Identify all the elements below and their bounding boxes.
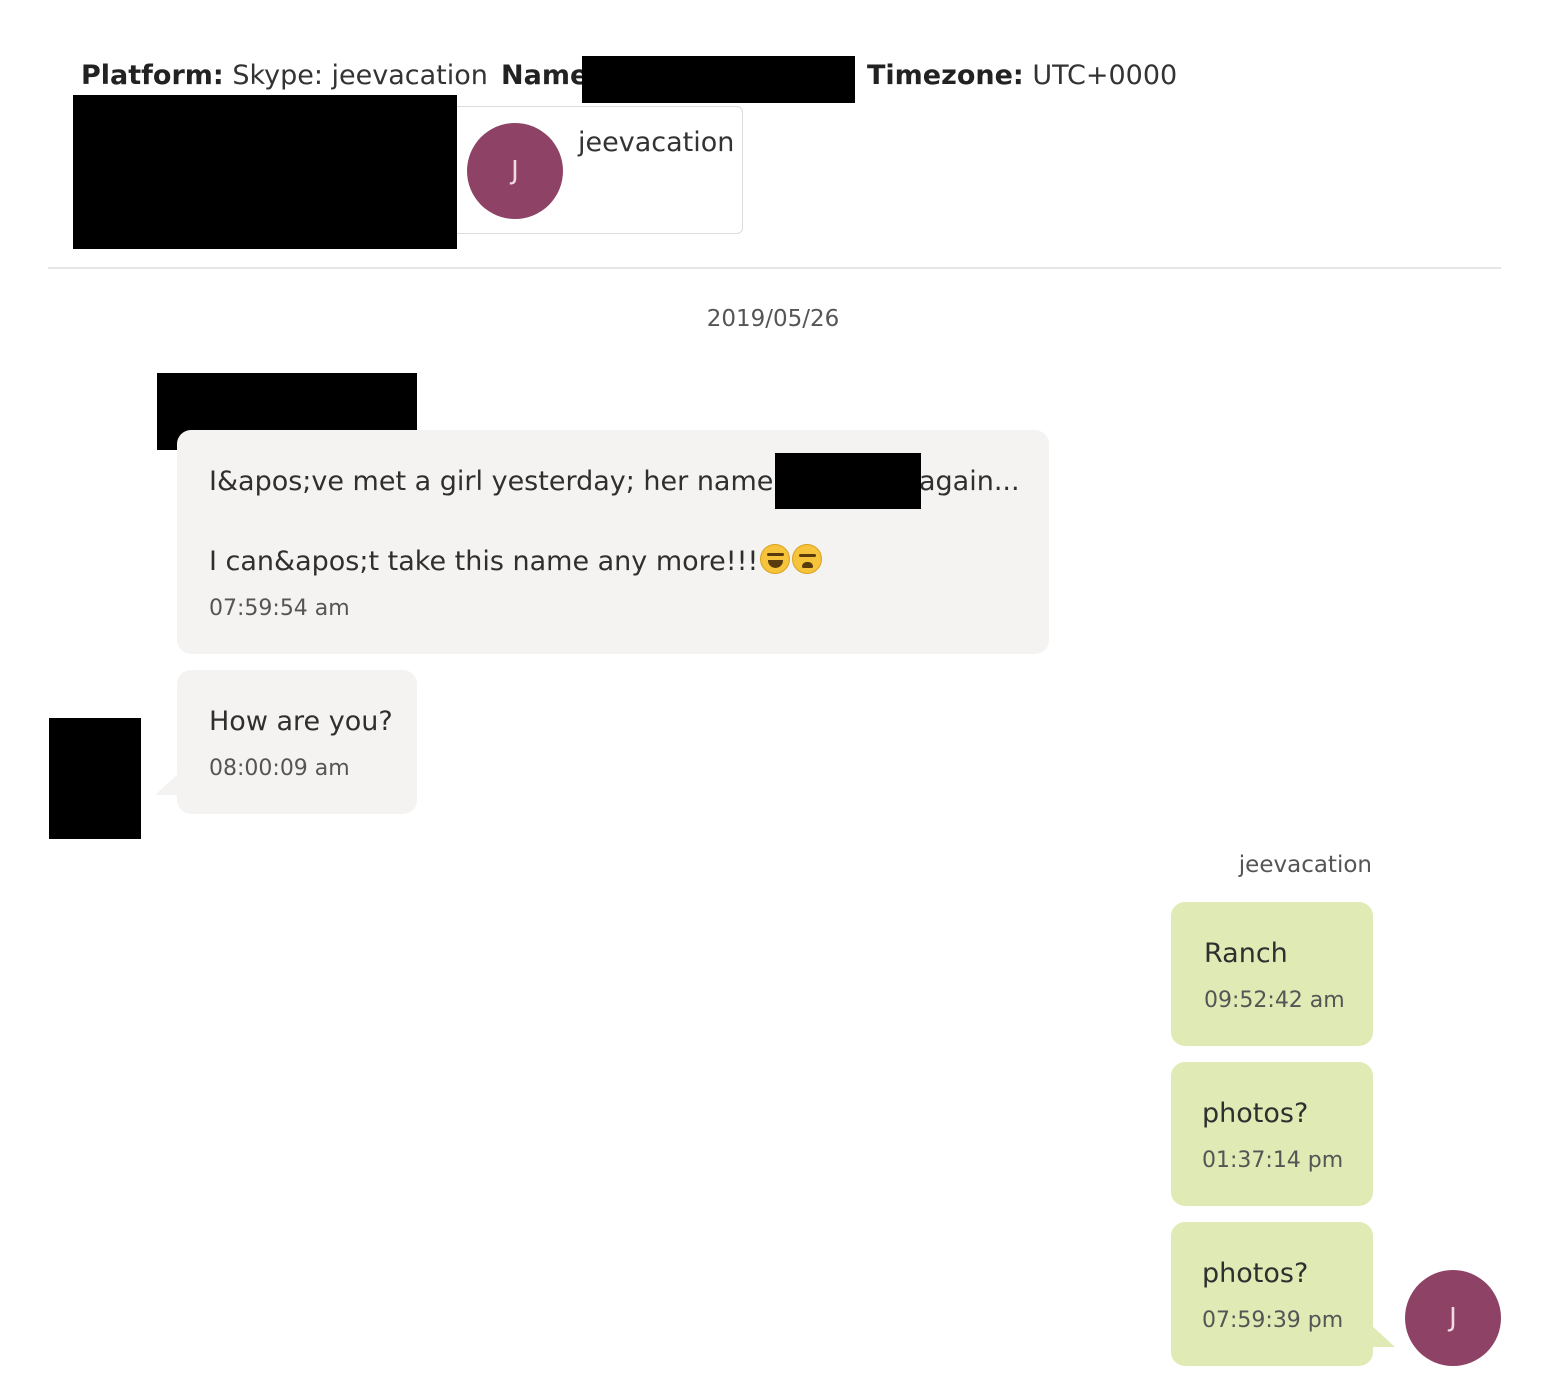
message-text-continued: again... [919, 464, 1020, 500]
timezone-label: Timezone: [867, 60, 1024, 91]
message-text: I&apos;ve met a girl yesterday; her name… [209, 464, 804, 500]
message-text-part: I&apos;ve met a girl yesterday; her name… [209, 466, 804, 497]
bubble-tail [1371, 1325, 1395, 1347]
message-bubble-incoming: How are you? 08:00:09 am [177, 670, 417, 814]
timezone-value: UTC+0000 [1032, 60, 1178, 91]
header-divider [48, 267, 1501, 269]
message-timestamp: 07:59:54 am [209, 596, 350, 621]
name-redaction [582, 56, 855, 103]
name-info: Name [501, 58, 588, 94]
message-text: How are you? [209, 706, 393, 737]
message-bubble-outgoing: photos? 01:37:14 pm [1171, 1062, 1373, 1206]
avatar-initial: J [511, 156, 519, 186]
name-label: Name [501, 60, 589, 91]
message-bubble-outgoing: Ranch 09:52:42 am [1171, 902, 1373, 1046]
message-timestamp: 07:59:39 pm [1202, 1308, 1344, 1333]
outgoing-sender-label: jeevacation [1238, 852, 1372, 878]
message-text: Ranch [1204, 938, 1288, 969]
participant-card: J jeevacation [440, 106, 743, 234]
message-text: photos? [1202, 1258, 1309, 1289]
message-timestamp: 08:00:09 am [209, 756, 350, 781]
message-timestamp: 01:37:14 pm [1202, 1148, 1344, 1173]
bubble-tail [155, 773, 179, 795]
avatar: J [467, 123, 563, 219]
message-bubble-outgoing: photos? 07:59:39 pm [1171, 1222, 1373, 1366]
tired-face-icon [792, 544, 823, 574]
participant-username: jeevacation [578, 127, 735, 158]
name-in-message-redaction [775, 453, 921, 509]
platform-value: Skype: jeevacation [232, 60, 488, 91]
message-text: photos? [1202, 1098, 1309, 1129]
avatar-initial: J [1449, 1303, 1457, 1333]
platform-info: Platform: Skype: jeevacation [81, 58, 488, 94]
timezone-info: Timezone: UTC+0000 [867, 58, 1177, 94]
incoming-avatar-redaction [49, 718, 141, 839]
platform-label: Platform: [81, 60, 224, 91]
avatar: J [1405, 1270, 1501, 1366]
message-timestamp: 09:52:42 am [1204, 988, 1345, 1013]
message-text-part: I can&apos;t take this name any more!!! [209, 546, 759, 577]
message-text-part: again... [919, 466, 1020, 497]
participant-redaction [73, 95, 457, 249]
message-text-line2: I can&apos;t take this name any more!!! [209, 544, 823, 580]
laughing-face-icon [760, 544, 791, 574]
date-separator: 2019/05/26 [706, 306, 840, 332]
